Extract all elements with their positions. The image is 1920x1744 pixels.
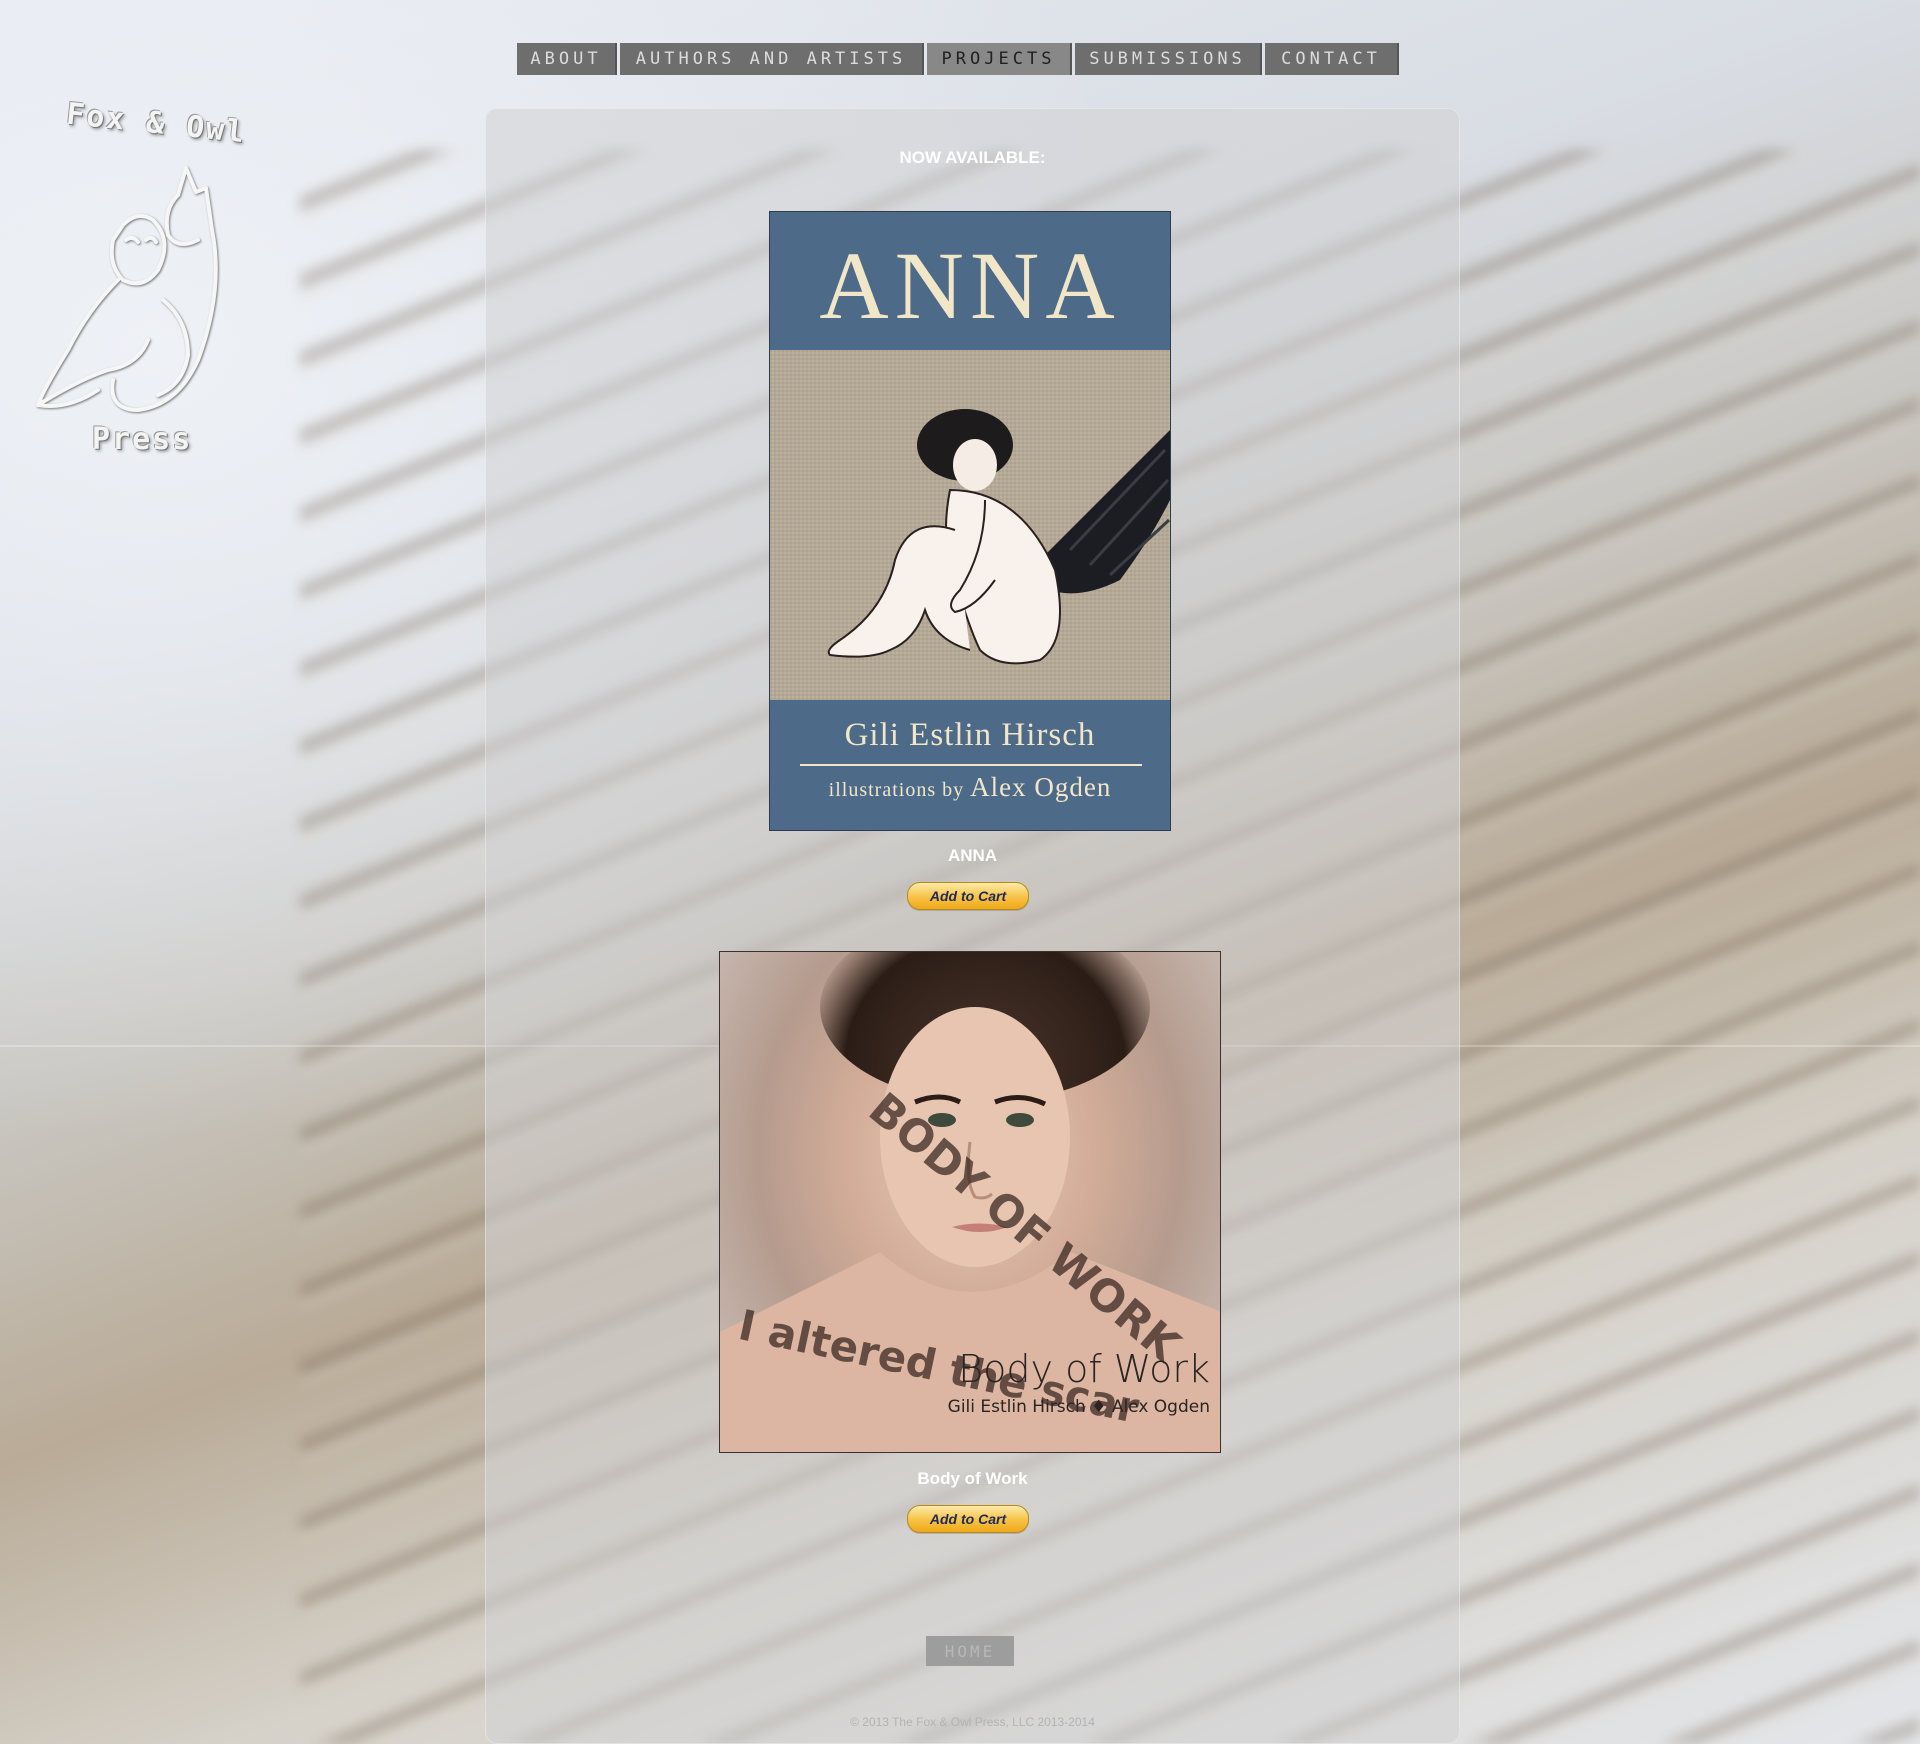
- logo-bottom-text: Press: [92, 422, 193, 457]
- nav-authors-and-artists[interactable]: AUTHORS AND ARTISTS: [620, 43, 924, 75]
- anna-illustrator-name: Alex Ogden: [970, 772, 1112, 802]
- nav-submissions[interactable]: SUBMISSIONS: [1075, 43, 1262, 75]
- anna-cover-illustrator-line: illustrations by Alex Ogden: [770, 772, 1170, 803]
- fox-owl-icon: [36, 166, 218, 412]
- anna-cover-title: ANNA: [819, 232, 1121, 339]
- body-of-work-cover-image[interactable]: BODY OF WORK I altered the scar Body of …: [719, 951, 1221, 1453]
- nav-projects[interactable]: PROJECTS: [927, 43, 1072, 75]
- anna-cover-illustration: [770, 350, 1170, 700]
- anna-title: ANNA: [947, 846, 998, 865]
- site-logo[interactable]: Fox & Owl Press: [28, 97, 298, 470]
- anna-cover-author: Gili Estlin Hirsch: [844, 717, 1096, 753]
- body-of-work-cover-byline: Gili Estlin Hirsch ♦ Alex Ogden: [947, 1397, 1210, 1417]
- top-nav: ABOUT AUTHORS AND ARTISTS PROJECTS SUBMI…: [517, 43, 1399, 75]
- nav-contact[interactable]: CONTACT: [1265, 43, 1399, 75]
- anna-cover-image[interactable]: ANNA Gili Estlin Hirsch illustrations by…: [769, 211, 1171, 831]
- home-button[interactable]: HOME: [926, 1636, 1014, 1666]
- body-of-work-title: Body of Work: [917, 1469, 1028, 1488]
- body-of-work-cover-title: Body of Work: [958, 1347, 1210, 1391]
- copyright-notice: © 2013 The Fox & Owl Press, LLC 2013-201…: [850, 1715, 1095, 1729]
- section-heading: NOW AVAILABLE:: [899, 148, 1046, 167]
- nav-about[interactable]: ABOUT: [517, 43, 617, 75]
- anna-cover-rule: [800, 764, 1142, 766]
- content-panel: NOW AVAILABLE: ANNA Gili Estlin Hirsch i…: [485, 108, 1460, 1744]
- body-of-work-add-to-cart-button[interactable]: Add to Cart: [907, 1505, 1029, 1533]
- anna-illustrator-prefix: illustrations by: [828, 779, 965, 801]
- anna-add-to-cart-button[interactable]: Add to Cart: [907, 882, 1029, 910]
- angel-figure-illustration: [827, 409, 1170, 665]
